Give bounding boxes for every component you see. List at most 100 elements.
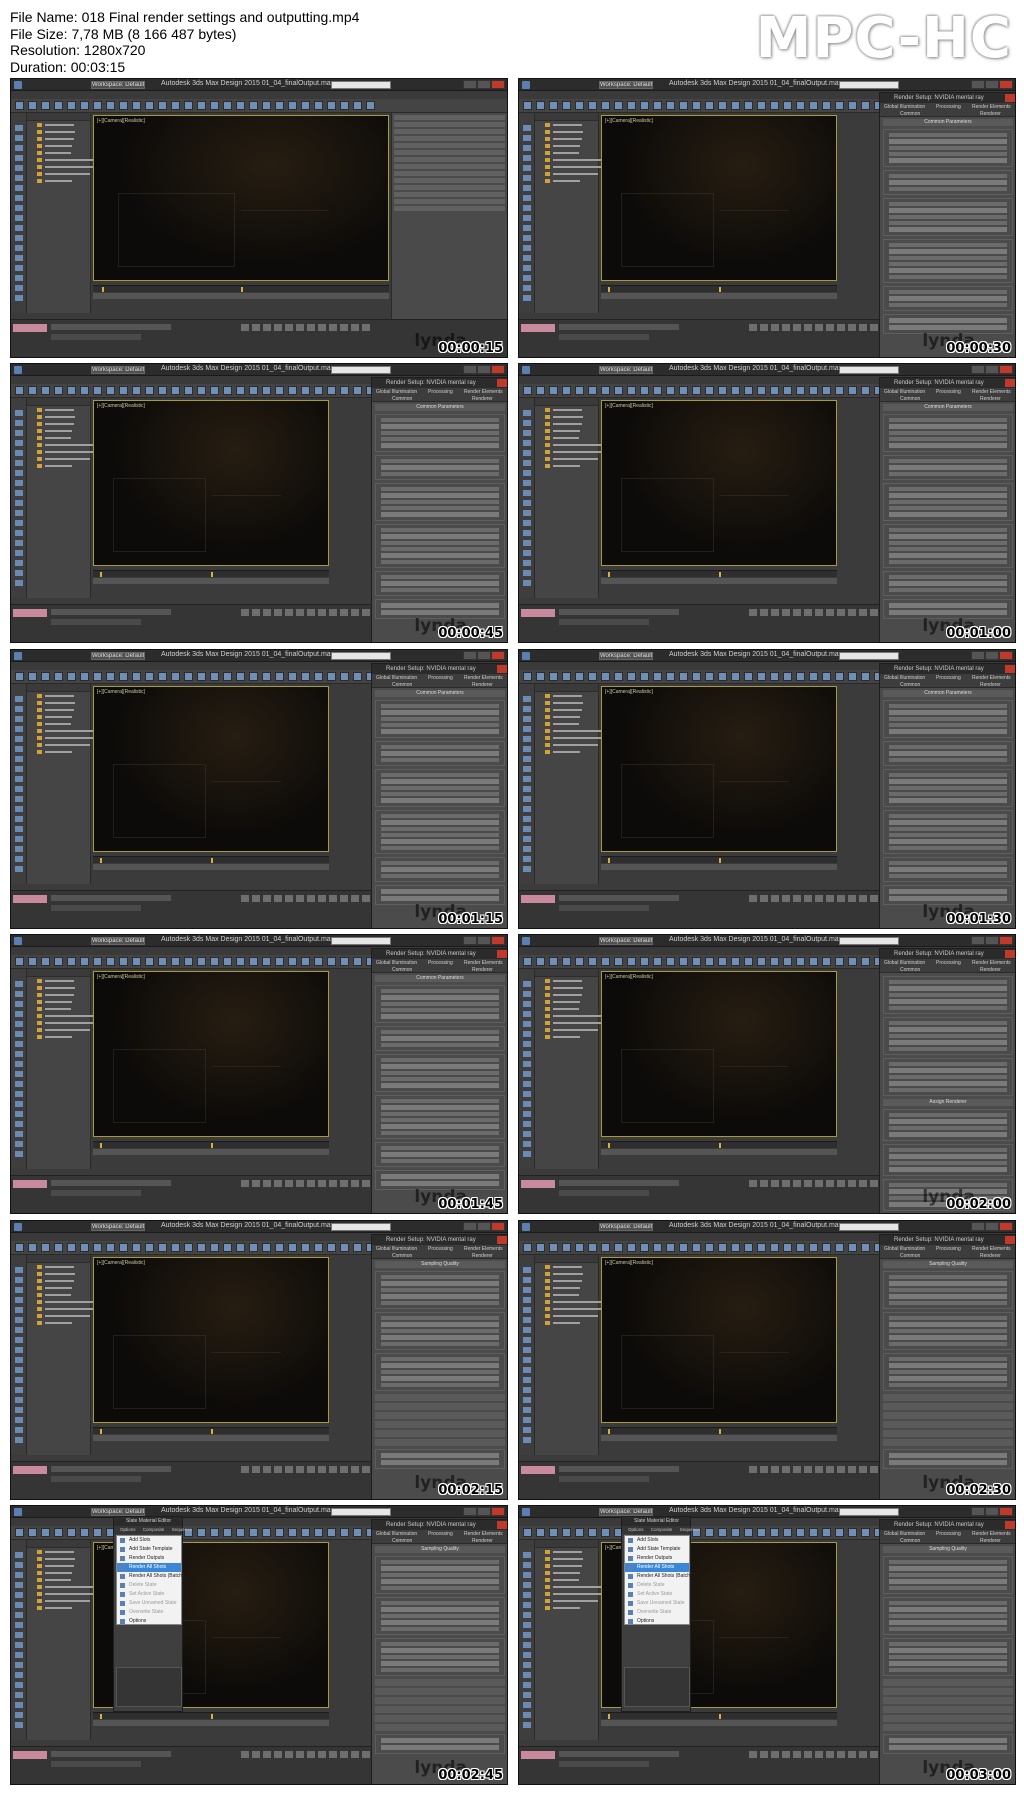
scene-explorer-item[interactable] <box>545 414 594 420</box>
scene-tool-icon[interactable] <box>15 1632 23 1638</box>
scene-tool-icon[interactable] <box>523 265 531 271</box>
scene-explorer-item[interactable] <box>545 143 594 149</box>
time-slider[interactable] <box>601 570 837 577</box>
playback-control-icon[interactable] <box>771 1180 779 1187</box>
toolbar-icon[interactable] <box>249 1528 258 1537</box>
playback-control-icon[interactable] <box>749 324 757 331</box>
scene-explorer-item[interactable] <box>545 1563 594 1569</box>
toolbar-icon[interactable] <box>562 386 571 395</box>
scene-tool-icon[interactable] <box>15 580 23 586</box>
close-icon[interactable] <box>497 1521 507 1529</box>
toolbar-icon[interactable] <box>627 386 636 395</box>
toolbar-icon[interactable] <box>67 1243 76 1252</box>
collapsed-rollout[interactable] <box>883 1706 1013 1713</box>
scene-tool-icon[interactable] <box>523 510 531 516</box>
playback-control-icon[interactable] <box>782 1466 790 1473</box>
playback-control-icon[interactable] <box>362 1466 370 1473</box>
toolbar-icon[interactable] <box>770 1243 779 1252</box>
playback-control-icon[interactable] <box>329 1751 337 1758</box>
playback-control-icon[interactable] <box>329 324 337 331</box>
scene-tool-icon[interactable] <box>15 145 23 151</box>
toolbar-icon[interactable] <box>184 101 193 110</box>
tab-common[interactable]: Common <box>392 1538 412 1544</box>
toolbar-icon[interactable] <box>861 386 870 395</box>
scene-tool-icon[interactable] <box>15 1722 23 1728</box>
app-icon[interactable] <box>522 81 530 89</box>
playback-control-icon[interactable] <box>760 324 768 331</box>
scene-explorer-tabs[interactable] <box>535 969 598 977</box>
scene-tool-icon[interactable] <box>523 746 531 752</box>
search-input[interactable] <box>331 1223 391 1231</box>
toolbar-icon[interactable] <box>796 672 805 681</box>
search-input[interactable] <box>839 937 899 945</box>
close-button[interactable] <box>491 80 505 89</box>
scene-explorer-item[interactable] <box>37 421 86 427</box>
scene-tool-icon[interactable] <box>523 1632 531 1638</box>
scene-tool-icon[interactable] <box>523 1041 531 1047</box>
scene-explorer-item[interactable] <box>37 749 86 755</box>
toolbar-icon[interactable] <box>28 1243 37 1252</box>
toolbar-icon[interactable] <box>744 672 753 681</box>
scene-tool-icon[interactable] <box>15 866 23 872</box>
scene-tool-icon[interactable] <box>15 125 23 131</box>
scene-tool-icon[interactable] <box>15 1277 23 1283</box>
scene-explorer-item[interactable] <box>545 1570 594 1576</box>
scene-explorer-item[interactable] <box>545 171 598 177</box>
tab-common[interactable]: Common <box>392 682 412 688</box>
scene-tool-icon[interactable] <box>15 165 23 171</box>
menu-item[interactable]: Options <box>625 1617 689 1626</box>
scene-explorer-tabs[interactable] <box>535 113 598 121</box>
scene-explorer-item[interactable] <box>37 1292 86 1298</box>
scene-tool-icon[interactable] <box>15 235 23 241</box>
toolbar-icon[interactable] <box>562 101 571 110</box>
collapsed-rollout[interactable] <box>375 1421 505 1428</box>
scene-tool-icon[interactable] <box>523 1001 531 1007</box>
maximize-button[interactable] <box>985 936 999 945</box>
toolbar-icon[interactable] <box>627 672 636 681</box>
minimize-button[interactable] <box>971 1507 985 1516</box>
toolbar-icon[interactable] <box>223 386 232 395</box>
scene-tool-icon[interactable] <box>523 1081 531 1087</box>
scene-tool-icon[interactable] <box>523 991 531 997</box>
scene-tool-icon[interactable] <box>15 570 23 576</box>
scene-tool-icon[interactable] <box>523 1572 531 1578</box>
close-button[interactable] <box>491 365 505 374</box>
scene-tool-icon[interactable] <box>523 1672 531 1678</box>
toolbar-icon[interactable] <box>67 1528 76 1537</box>
toolbar-icon[interactable] <box>861 957 870 966</box>
scene-explorer-item[interactable] <box>37 985 86 991</box>
scene-tool-icon[interactable] <box>15 1357 23 1363</box>
toolbar-icon[interactable] <box>210 1528 219 1537</box>
toolbar-icon[interactable] <box>744 1243 753 1252</box>
toolbar-icon[interactable] <box>601 101 610 110</box>
scene-tool-icon[interactable] <box>523 796 531 802</box>
scene-tool-icon[interactable] <box>15 430 23 436</box>
scene-explorer-item[interactable] <box>37 714 86 720</box>
toolbar-icon[interactable] <box>145 386 154 395</box>
scene-tool-icon[interactable] <box>15 135 23 141</box>
close-button[interactable] <box>999 1222 1013 1231</box>
toolbar-icon[interactable] <box>692 672 701 681</box>
scene-tool-icon[interactable] <box>523 1592 531 1598</box>
playback-control-icon[interactable] <box>870 895 878 902</box>
toolbar-icon[interactable] <box>106 672 115 681</box>
playback-control-icon[interactable] <box>351 1180 359 1187</box>
tab-render-elements[interactable]: Render Elements <box>972 675 1011 681</box>
tab-processing[interactable]: Processing <box>936 389 961 395</box>
scene-explorer-tabs[interactable] <box>27 113 90 121</box>
search-input[interactable] <box>331 1508 391 1516</box>
common-parameters-rollout[interactable]: Common Parameters <box>883 690 1013 697</box>
scene-tool-icon[interactable] <box>523 1151 531 1157</box>
scene-tool-icon[interactable] <box>15 1662 23 1668</box>
toolbar-icon[interactable] <box>132 386 141 395</box>
camera-viewport[interactable]: [+][Camera][Realistic] <box>93 1257 329 1423</box>
menu-options[interactable]: Options <box>120 1527 136 1532</box>
toolbar-icon[interactable] <box>223 101 232 110</box>
workspace-selector[interactable]: Workspace: Default <box>599 937 653 945</box>
scene-tool-icon[interactable] <box>15 1407 23 1413</box>
scene-explorer-item[interactable] <box>37 1271 86 1277</box>
playback-control-icon[interactable] <box>760 609 768 616</box>
toolbar-icon[interactable] <box>145 101 154 110</box>
toolbar-icon[interactable] <box>692 1243 701 1252</box>
scene-tool-icon[interactable] <box>15 1377 23 1383</box>
